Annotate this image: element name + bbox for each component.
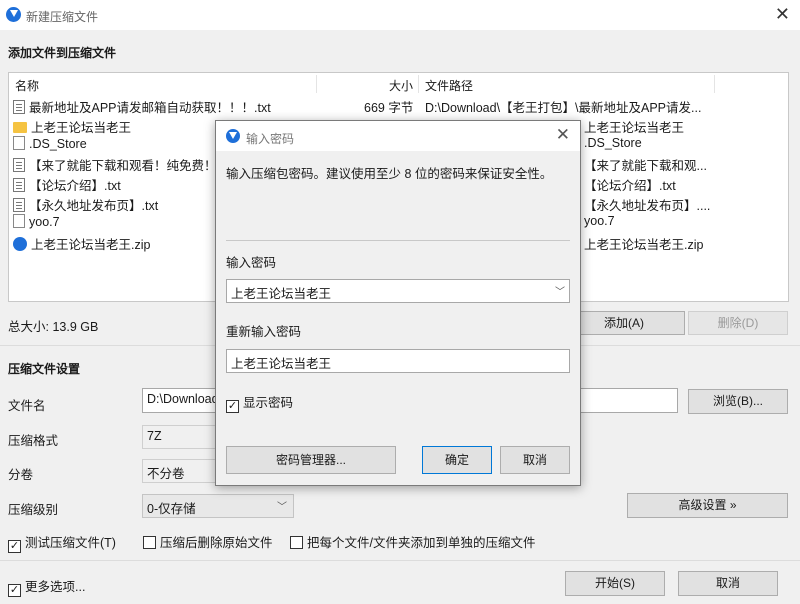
test-archive-checkbox[interactable]: ✓ 测试压缩文件(T): [8, 532, 116, 553]
file-path: 【来了就能下载和观...: [584, 159, 707, 173]
file-size: 669 字节: [364, 101, 414, 115]
password-label: 输入密码: [226, 256, 277, 270]
advanced-settings-button[interactable]: 高级设置 »: [627, 493, 788, 518]
confirm-password-label: 重新输入密码: [226, 325, 302, 339]
checkbox-checked-icon[interactable]: ✓: [8, 540, 21, 553]
file-row[interactable]: 最新地址及APP请发邮箱自动获取！！！.txt: [13, 97, 271, 116]
file-name: yoo.7: [29, 215, 60, 229]
column-divider[interactable]: [316, 75, 317, 93]
dialog-title: 输入密码: [246, 132, 295, 146]
file-name: .DS_Store: [29, 137, 87, 151]
file-row[interactable]: 上老王论坛当老王.zip: [13, 234, 150, 253]
checkbox-unchecked-icon[interactable]: [143, 536, 156, 549]
chevron-down-icon[interactable]: ﹀: [555, 283, 565, 298]
file-name: 【来了就能下载和观看！纯免费！: [29, 159, 217, 173]
file-path: D:\Download\【老王打包】\最新地址及APP请发...: [425, 101, 702, 115]
dialog-title-bar: 输入密码 ✕: [216, 121, 580, 151]
file-name: 上老王论坛当老王.zip: [31, 238, 151, 252]
chevron-down-icon: ﹀: [277, 502, 287, 513]
dialog-cancel-button[interactable]: 取消: [500, 446, 570, 474]
dialog-divider: [226, 240, 570, 241]
window-title: 新建压缩文件: [26, 10, 99, 24]
delete-original-checkbox[interactable]: 压缩后删除原始文件: [143, 532, 273, 551]
zip-file-icon: [13, 237, 27, 251]
test-archive-label: 测试压缩文件(T): [25, 536, 116, 550]
cancel-button[interactable]: 取消: [678, 571, 778, 596]
browse-button[interactable]: 浏览(B)...: [688, 389, 788, 414]
file-row[interactable]: 【论坛介绍】.txt: [13, 175, 121, 194]
settings-section-title: 压缩文件设置: [8, 362, 81, 376]
file-path: yoo.7: [584, 214, 615, 228]
file-path: 上老王论坛当老王.zip: [584, 238, 704, 252]
level-label: 压缩级别: [8, 503, 59, 517]
text-file-icon: [13, 100, 25, 114]
text-file-icon: [13, 158, 25, 172]
column-header-path[interactable]: 文件路径: [425, 77, 473, 94]
volume-label: 分卷: [8, 468, 34, 482]
level-value: 0-仅存储: [147, 502, 196, 516]
divider: [0, 560, 800, 561]
column-header-name[interactable]: 名称: [15, 77, 39, 94]
file-row[interactable]: yoo.7: [13, 214, 60, 233]
files-section-title: 添加文件到压缩文件: [8, 46, 117, 60]
bandizip-icon: [6, 7, 21, 22]
file-path: 【永久地址发布页】....: [584, 199, 711, 213]
filename-label: 文件名: [8, 399, 46, 413]
password-input[interactable]: 上老王论坛当老王 ﹀: [226, 279, 570, 303]
separate-archives-checkbox[interactable]: 把每个文件/文件夹添加到单独的压缩文件: [290, 532, 535, 551]
separate-archives-label: 把每个文件/文件夹添加到单独的压缩文件: [307, 536, 536, 550]
file-name: 【论坛介绍】.txt: [29, 179, 121, 193]
folder-icon: [13, 122, 27, 133]
text-file-icon: [13, 178, 25, 192]
file-row[interactable]: 【来了就能下载和观看！纯免费！: [13, 155, 217, 174]
more-options-checkbox[interactable]: ✓ 更多选项...: [8, 576, 85, 597]
file-row[interactable]: .DS_Store: [13, 136, 87, 155]
blank-file-icon: [13, 136, 25, 150]
level-select[interactable]: 0-仅存储 ﹀: [142, 494, 294, 518]
blank-file-icon: [13, 214, 25, 228]
total-size: 总大小: 13.9 GB: [8, 320, 99, 334]
column-header-size[interactable]: 大小: [389, 77, 413, 94]
show-password-checkbox[interactable]: ✓ 显示密码: [226, 392, 293, 413]
password-manager-button[interactable]: 密码管理器...: [226, 446, 396, 474]
more-options-label: 更多选项...: [25, 580, 86, 594]
dialog-message: 输入压缩包密码。建议使用至少 8 位的密码来保证安全性。: [226, 167, 553, 181]
close-icon[interactable]: ✕: [775, 5, 790, 23]
file-path: .DS_Store: [584, 136, 642, 150]
title-bar: 新建压缩文件 ✕: [0, 0, 800, 30]
file-row[interactable]: 上老王论坛当老王: [13, 117, 131, 136]
checkbox-checked-icon[interactable]: ✓: [226, 400, 239, 413]
column-divider[interactable]: [714, 75, 715, 93]
file-name: 最新地址及APP请发邮箱自动获取！！！.txt: [29, 101, 271, 115]
text-file-icon: [13, 198, 25, 212]
column-divider[interactable]: [418, 75, 419, 93]
password-value: 上老王论坛当老王: [231, 287, 332, 301]
file-row[interactable]: 【永久地址发布页】.txt: [13, 195, 158, 214]
file-name: 上老王论坛当老王: [31, 121, 132, 135]
add-button[interactable]: 添加(A): [563, 311, 685, 335]
file-name: 【永久地址发布页】.txt: [29, 199, 159, 213]
password-dialog: 输入密码 ✕ 输入压缩包密码。建议使用至少 8 位的密码来保证安全性。 输入密码…: [215, 120, 581, 486]
start-button[interactable]: 开始(S): [565, 571, 665, 596]
file-path: 【论坛介绍】.txt: [584, 179, 676, 193]
format-label: 压缩格式: [8, 434, 59, 448]
bandizip-icon: [226, 129, 240, 143]
confirm-password-input[interactable]: 上老王论坛当老王: [226, 349, 570, 373]
delete-original-label: 压缩后删除原始文件: [160, 536, 273, 550]
delete-button[interactable]: 删除(D): [688, 311, 788, 335]
checkbox-checked-icon[interactable]: ✓: [8, 584, 21, 597]
show-password-label: 显示密码: [243, 396, 294, 410]
close-icon[interactable]: ✕: [556, 125, 570, 145]
file-path: 上老王论坛当老王: [584, 121, 685, 135]
ok-button[interactable]: 确定: [422, 446, 492, 474]
checkbox-unchecked-icon[interactable]: [290, 536, 303, 549]
